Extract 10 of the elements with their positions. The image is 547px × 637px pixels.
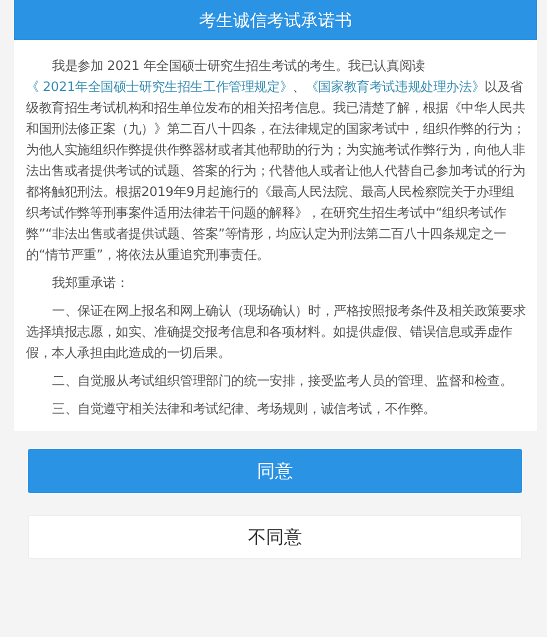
document-link[interactable]: 《国家教育考试违规处理办法》 <box>305 80 485 95</box>
paragraph: 我是参加 2021 年全国硕士研究生招生考试的考生。我已认真阅读 《 2021年全国硕士研究生招生工作管理规定》、《国家教育考试违规处理办法》以及省级教育招生考试机构和招生单位发布的相关招考信息。我已清楚了解，根据《中华人民共和国刑法修正案（九）》第二百八十四条，在法律规定的国家考试中，组织作弊的行为；为他人实施组织作弊提供作弊器材或者其他帮助的行为；为实施考试作弊行为，向他人非法出售或者提供考试的试题、答案的行为；代替他人或者让他人代替自己参加考试的行为都将触犯刑法。根据2019年9月起施行的《最高人民法院、最高人民检察院关于办理组织考试作弊等刑事案件适用法律若干问题的解释》，在研究生招生考试中“组织考试作弊”“非法出售或者提供试题、答案”等情形，均应认定为刑法第二百八十四条规定之一的“情节严重”，将依法从重追究刑事责任。 <box>26 58 526 265</box>
paragraph: 二、自觉服从考试组织管理部门的统一安排，接受监考人员的管理、监督和检查。 <box>51 373 514 391</box>
page-title: 考生诚信考试承诺书 <box>199 10 352 32</box>
agree-button[interactable]: 同意 <box>28 449 522 493</box>
disagree-button[interactable]: 不同意 <box>28 515 522 559</box>
document-link[interactable]: 《 2021年全国硕士研究生招生工作管理规定》 <box>26 80 293 95</box>
paragraph: 三、自觉遵守相关法律和考试纪律、考场规则，诚信考试，不作弊。 <box>51 401 438 419</box>
paragraph: 我郑重承诺： <box>51 275 130 293</box>
paragraph: 一、保证在网上报名和网上确认（现场确认）时，严格按照报考条件及相关政策要求选择填报志愿，如实、准确提交报考信息和各项材料。如提供虚假、错误信息或弄虚作假，本人承担由此造成的一切后果。 <box>26 303 527 363</box>
